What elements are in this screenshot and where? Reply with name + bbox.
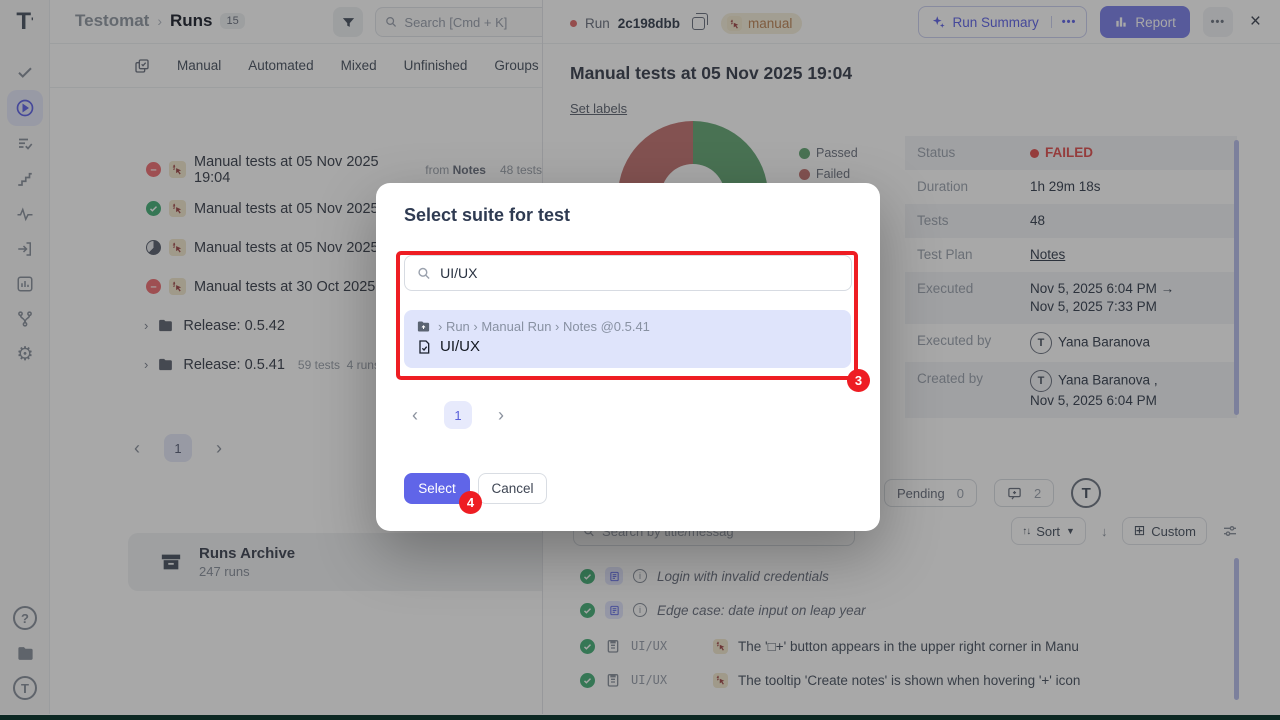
annotation-step-4: 4 — [459, 491, 482, 514]
next-page-icon[interactable]: › — [498, 405, 504, 426]
annotation-step-3: 3 — [847, 369, 870, 392]
app-window: T' ⚙ ? T — [0, 0, 1280, 720]
page-number[interactable]: 1 — [444, 401, 472, 429]
cancel-button[interactable]: Cancel — [478, 473, 547, 504]
prev-page-icon[interactable]: ‹ — [412, 405, 418, 426]
modal-title: Select suite for test — [404, 205, 570, 226]
modal-pagination: ‹ 1 › — [412, 401, 504, 429]
desktop-edge — [0, 715, 1280, 720]
annotation-rectangle — [396, 251, 858, 380]
